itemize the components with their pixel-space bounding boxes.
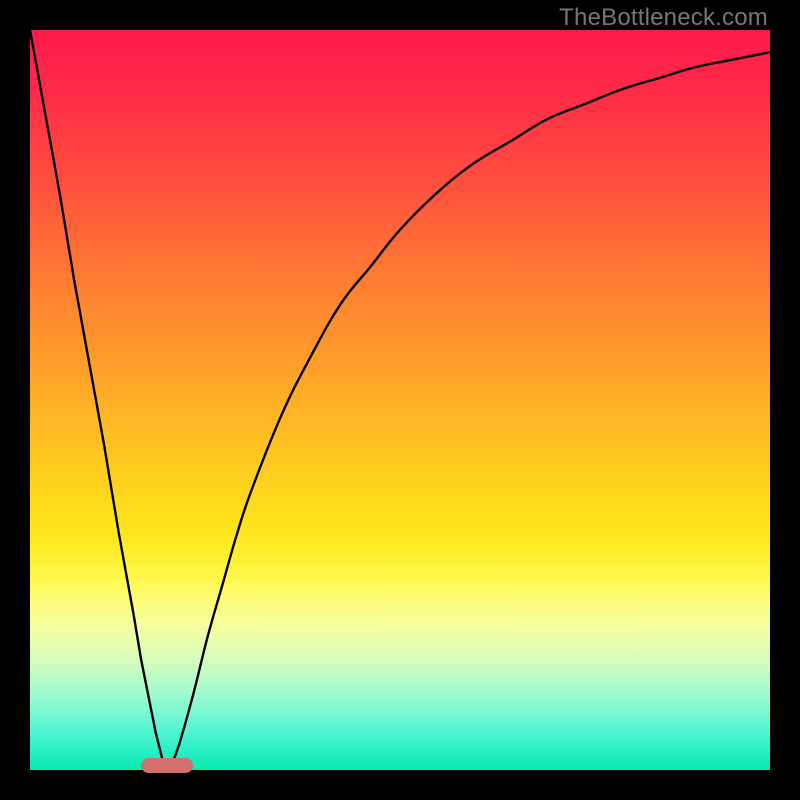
- chart-frame: TheBottleneck.com: [0, 0, 800, 800]
- plot-area: [30, 30, 770, 770]
- minimum-marker: [141, 758, 193, 773]
- curve-svg: [30, 30, 770, 770]
- watermark: TheBottleneck.com: [559, 4, 768, 32]
- bottleneck-curve: [30, 30, 770, 764]
